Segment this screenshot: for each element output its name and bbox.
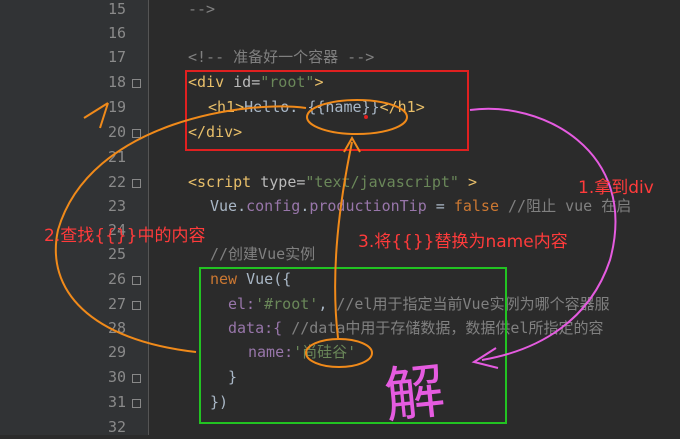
green-highlight-box <box>199 267 507 424</box>
orange-circle-value <box>305 338 373 368</box>
annotation-step2: 2.查找{{}}中的内容 <box>44 226 206 246</box>
annotation-step1: 1.拿到div <box>578 178 654 198</box>
handwritten-annotation: 解 <box>381 356 449 432</box>
arrowhead-icon <box>83 102 109 129</box>
annotation-overlay <box>54 70 617 424</box>
cursor-dot <box>364 115 368 119</box>
orange-circle-name <box>306 99 408 135</box>
orange-up-arrow <box>334 141 353 339</box>
annotation-step3: 3.将{{}}替换为name内容 <box>358 232 568 252</box>
